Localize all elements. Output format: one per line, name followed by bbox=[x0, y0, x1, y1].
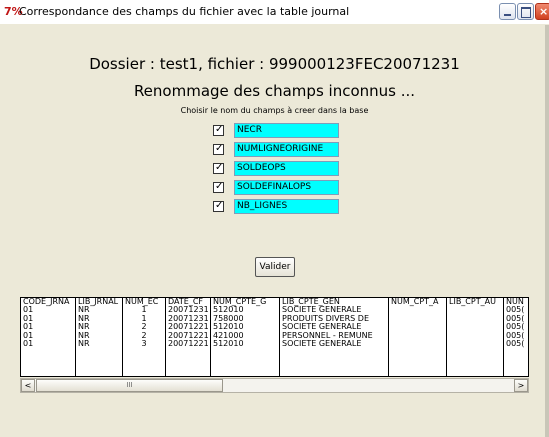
scroll-right-button[interactable]: > bbox=[514, 379, 528, 392]
check-icon: ✓ bbox=[215, 124, 224, 135]
check-icon: ✓ bbox=[215, 200, 224, 211]
valider-button[interactable]: Valider bbox=[255, 257, 295, 277]
grid-cell: 005( bbox=[506, 339, 525, 349]
grid-column[interactable]: NUM_EC 1 1 2 2 3 bbox=[123, 298, 166, 376]
scrollbar-thumb[interactable]: III bbox=[36, 379, 223, 392]
window-title: Correspondance des champs du fichier ave… bbox=[19, 5, 350, 18]
grid-column[interactable]: LIB_CPT_AU bbox=[447, 298, 504, 376]
application-window: 7% Correspondance des champs du fichier … bbox=[0, 0, 549, 437]
check-icon: ✓ bbox=[215, 143, 224, 154]
close-button[interactable]: × bbox=[535, 3, 549, 20]
minimize-icon bbox=[504, 14, 511, 16]
scroll-left-button[interactable]: < bbox=[21, 379, 35, 392]
data-grid[interactable]: CODE_JRNA 01 01 01 01 01 LIB_JRNAL NR NR… bbox=[20, 297, 529, 377]
grid-column[interactable]: LIB_CPTE_GEN SOCIETE GENERALE PRODUITS D… bbox=[280, 298, 389, 376]
grid-cell: SOCIETE GENERALE bbox=[282, 339, 362, 349]
field-checkbox[interactable]: ✓ bbox=[213, 200, 224, 212]
grid-column[interactable]: LIB_JRNAL NR NR NR NR NR bbox=[76, 298, 123, 376]
dossier-heading: Dossier : test1, fichier : 999000123FEC2… bbox=[89, 55, 460, 73]
field-name-input[interactable]: NECR bbox=[234, 123, 339, 138]
chevron-left-icon: < bbox=[24, 381, 32, 390]
chevron-right-icon: > bbox=[517, 381, 525, 390]
column-header[interactable]: LIB_CPT_AU bbox=[447, 298, 503, 306]
grid-cell: 01 bbox=[23, 339, 34, 349]
maximize-button[interactable] bbox=[517, 3, 534, 20]
title-bar[interactable]: 7% Correspondance des champs du fichier … bbox=[0, 0, 549, 24]
grid-cell: 3 bbox=[141, 339, 147, 349]
check-icon: ✓ bbox=[215, 181, 224, 192]
column-header[interactable]: NUM_CPT_A bbox=[389, 298, 446, 306]
maximize-icon bbox=[521, 7, 531, 18]
grid-cell: 20071221 bbox=[168, 339, 209, 349]
grid-column[interactable]: CODE_JRNA 01 01 01 01 01 bbox=[21, 298, 76, 376]
field-name-input[interactable]: SOLDEFINALOPS bbox=[234, 180, 339, 195]
grid-cell: NR bbox=[78, 339, 90, 349]
grid-column[interactable]: NUM_CPTE_G 512010 758000 512010 421000 5… bbox=[211, 298, 280, 376]
rename-heading: Renommage des champs inconnus ... bbox=[133, 82, 416, 100]
field-checkbox[interactable]: ✓ bbox=[213, 162, 224, 174]
field-name-input[interactable]: NB_LIGNES bbox=[234, 199, 339, 214]
grid-column[interactable]: NUM_CPT_A bbox=[389, 298, 447, 376]
instruction-text: Choisir le nom du champs à creer dans la… bbox=[180, 106, 369, 115]
field-name-input[interactable]: SOLDEOPS bbox=[234, 161, 339, 176]
close-icon: × bbox=[539, 5, 549, 18]
grip-icon: III bbox=[126, 381, 133, 389]
check-icon: ✓ bbox=[215, 162, 224, 173]
window-border bbox=[545, 25, 549, 437]
field-checkbox[interactable]: ✓ bbox=[213, 143, 224, 155]
grid-column[interactable]: DATE_CF 20071231 20071231 20071221 20071… bbox=[166, 298, 211, 376]
field-checkbox[interactable]: ✓ bbox=[213, 181, 224, 193]
minimize-button[interactable] bbox=[499, 3, 516, 20]
grid-column[interactable]: NUN 005( 005( 005( 005( 005( bbox=[504, 298, 528, 376]
field-checkbox[interactable]: ✓ bbox=[213, 124, 224, 136]
grid-cell: 512010 bbox=[213, 339, 244, 349]
horizontal-scrollbar[interactable]: < III > bbox=[20, 378, 529, 393]
field-name-input[interactable]: NUMLIGNEORIGINE bbox=[234, 142, 339, 157]
